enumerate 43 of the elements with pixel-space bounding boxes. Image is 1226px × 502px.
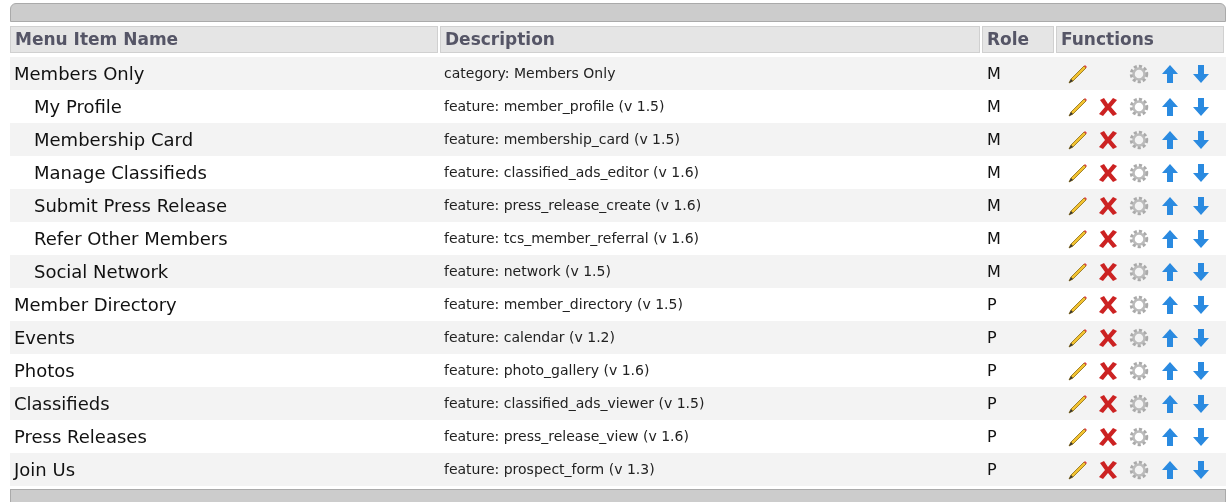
role-text: M bbox=[987, 228, 1001, 248]
description-text: feature: member_directory (v 1.5) bbox=[444, 296, 683, 312]
column-header: Description bbox=[440, 26, 980, 53]
menu-item-name: Member Directory bbox=[14, 294, 177, 315]
role-text: M bbox=[987, 162, 1001, 182]
role-text: P bbox=[987, 360, 997, 380]
description-text: feature: network (v 1.5) bbox=[444, 263, 611, 279]
role-text: P bbox=[987, 294, 997, 314]
menu-item-name: Manage Classifieds bbox=[34, 162, 207, 183]
description-text: feature: classified_ads_editor (v 1.6) bbox=[444, 164, 699, 180]
role-text: P bbox=[987, 327, 997, 347]
description-text: feature: tcs_member_referral (v 1.6) bbox=[444, 230, 700, 246]
description-text: category: Members Only bbox=[444, 65, 616, 81]
role-text: P bbox=[987, 459, 997, 479]
menu-item-name: Refer Other Members bbox=[34, 228, 228, 249]
menu-item-name: My Profile bbox=[34, 96, 122, 117]
menu-item-name: Press Releases bbox=[14, 426, 147, 447]
description-text: feature: press_release_create (v 1.6) bbox=[444, 197, 702, 213]
description-text: feature: prospect_form (v 1.3) bbox=[444, 461, 655, 477]
role-text: M bbox=[987, 261, 1001, 281]
role-text: M bbox=[987, 129, 1001, 149]
menu-item-name: Events bbox=[14, 327, 75, 348]
column-header: Functions bbox=[1056, 26, 1224, 53]
column-header: Role bbox=[982, 26, 1054, 53]
role-text: M bbox=[987, 195, 1001, 215]
description-text: feature: membership_card (v 1.5) bbox=[444, 131, 680, 147]
description-text: feature: press_release_view (v 1.6) bbox=[444, 428, 689, 444]
column-header: Menu Item Name bbox=[10, 26, 438, 53]
role-text: P bbox=[987, 393, 997, 413]
role-text: P bbox=[987, 426, 997, 446]
menu-item-name: Photos bbox=[14, 360, 75, 381]
description-text: feature: member_profile (v 1.5) bbox=[444, 98, 665, 114]
menu-item-name: Members Only bbox=[14, 63, 145, 84]
role-text: M bbox=[987, 63, 1001, 83]
menu-item-name: Social Network bbox=[34, 261, 169, 282]
description-text: feature: classified_ads_viewer (v 1.5) bbox=[444, 395, 705, 411]
description-text: feature: photo_gallery (v 1.6) bbox=[444, 362, 650, 378]
menu-item-name: Membership Card bbox=[34, 129, 194, 150]
menu-item-name: Classifieds bbox=[14, 393, 110, 414]
description-text: feature: calendar (v 1.2) bbox=[444, 329, 615, 345]
menu-item-name: Submit Press Release bbox=[34, 195, 227, 216]
menu-item-name: Join Us bbox=[14, 459, 75, 480]
role-text: M bbox=[987, 96, 1001, 116]
